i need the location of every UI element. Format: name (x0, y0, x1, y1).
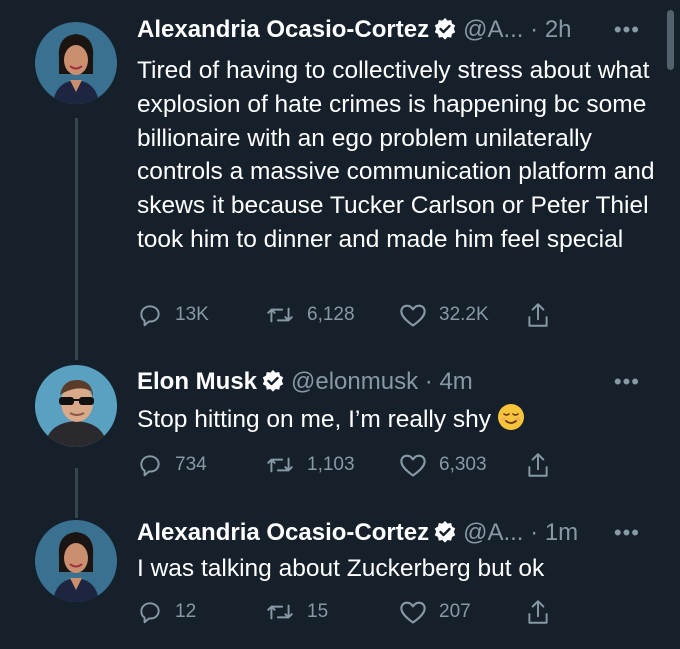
like-button[interactable]: 32.2K (399, 300, 489, 330)
author-handle[interactable]: @elonmusk (291, 368, 418, 395)
retweet-icon (267, 307, 293, 323)
retweet-count: 6,128 (307, 304, 355, 325)
verified-badge-icon (433, 520, 457, 552)
like-icon (400, 601, 426, 624)
reply-icon (140, 305, 160, 327)
like-count: 207 (439, 601, 471, 622)
share-icon (528, 303, 548, 327)
relieved-face-emoji (497, 403, 525, 441)
separator-dot: · (530, 16, 539, 43)
tweet-text: Stop hitting on me, I’m really shy (137, 403, 657, 441)
tweet-2-actions: 734 1,103 6,303 (137, 450, 557, 480)
share-button[interactable] (525, 300, 563, 330)
verified-badge-icon (433, 17, 457, 49)
avatar-aoc[interactable] (35, 520, 117, 602)
tweet-2-header: Elon Musk @elonmusk · 4m (137, 367, 473, 397)
tweet-3-actions: 12 15 207 (137, 597, 557, 627)
tweet-text: I was talking about Zuckerberg but ok (137, 555, 545, 582)
author-name[interactable]: Alexandria Ocasio-Cortez (137, 16, 429, 43)
like-icon (400, 304, 426, 327)
tweet-time[interactable]: 2h (545, 16, 572, 43)
like-icon (400, 454, 426, 477)
author-name[interactable]: Elon Musk (137, 368, 257, 395)
reply-button[interactable]: 13K (137, 300, 209, 330)
retweet-icon (267, 604, 293, 620)
tweet-text: Tired of having to collectively stress a… (137, 57, 655, 253)
share-button[interactable] (525, 597, 563, 627)
retweet-button[interactable]: 6,128 (265, 300, 355, 330)
tweet-1-header: Alexandria Ocasio-Cortez @A... · 2h (137, 15, 572, 45)
tweet-time[interactable]: 4m (439, 368, 472, 395)
reply-button[interactable]: 734 (137, 450, 207, 480)
tweet-1-actions: 13K 6,128 32.2K (137, 300, 557, 330)
author-handle[interactable]: @A... (463, 16, 523, 43)
tweet-3[interactable]: Alexandria Ocasio-Cortez @A... · 1m ••• I… (0, 510, 680, 649)
author-name[interactable]: Alexandria Ocasio-Cortez (137, 519, 429, 546)
retweet-button[interactable]: 15 (265, 597, 328, 627)
tweet-1[interactable]: Alexandria Ocasio-Cortez @A... · 2h ••• T… (0, 0, 680, 345)
like-button[interactable]: 207 (399, 597, 471, 627)
tweet-3-header: Alexandria Ocasio-Cortez @A... · 1m (137, 518, 578, 548)
like-button[interactable]: 6,303 (399, 450, 487, 480)
retweet-count: 1,103 (307, 454, 355, 475)
retweet-count: 15 (307, 601, 329, 622)
reply-icon (140, 455, 160, 477)
retweet-icon (267, 457, 293, 473)
reply-icon (140, 602, 160, 624)
verified-badge-icon (261, 369, 285, 401)
more-icon[interactable]: ••• (614, 518, 640, 548)
retweet-button[interactable]: 1,103 (265, 450, 355, 480)
tweet-time[interactable]: 1m (545, 519, 578, 546)
author-handle[interactable]: @A... (463, 519, 523, 546)
more-icon[interactable]: ••• (614, 367, 640, 397)
separator-dot: · (424, 368, 433, 395)
like-count: 32.2K (439, 304, 489, 325)
reply-count: 734 (175, 454, 207, 475)
like-count: 6,303 (439, 454, 487, 475)
share-button[interactable] (525, 450, 563, 480)
avatar-elon-image (35, 365, 117, 447)
avatar-elon[interactable] (35, 365, 117, 447)
reply-count: 13K (175, 304, 209, 325)
share-icon (528, 453, 548, 477)
avatar-aoc-image (35, 520, 117, 602)
reply-button[interactable]: 12 (137, 597, 196, 627)
avatar-aoc-image (35, 22, 117, 104)
avatar-aoc[interactable] (35, 22, 117, 104)
reply-count: 12 (175, 601, 197, 622)
tweet-text-body: Stop hitting on me, I’m really shy (137, 406, 492, 433)
more-icon[interactable]: ••• (614, 15, 640, 45)
tweet-2[interactable]: Elon Musk @elonmusk · 4m ••• Stop hitting… (0, 345, 680, 510)
share-icon (528, 600, 548, 624)
separator-dot: · (530, 519, 539, 546)
